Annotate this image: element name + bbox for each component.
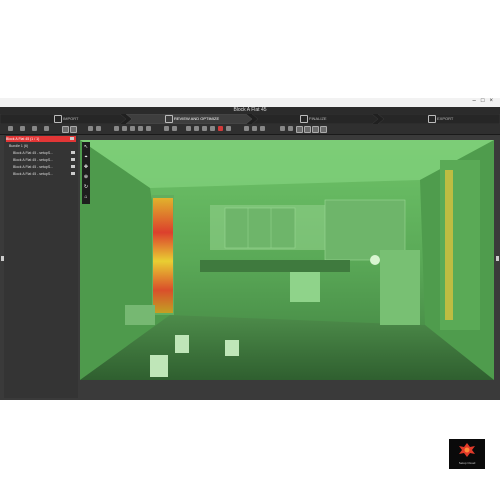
review-icon bbox=[165, 114, 173, 123]
window-controls: –□× bbox=[473, 98, 498, 104]
plane-icon[interactable] bbox=[146, 126, 151, 131]
mode-b-icon[interactable] bbox=[304, 126, 311, 133]
visibility-icon[interactable] bbox=[260, 126, 265, 131]
scan-status-icon bbox=[71, 172, 75, 175]
target-icon[interactable] bbox=[122, 126, 127, 131]
redo-icon[interactable] bbox=[96, 126, 101, 131]
scan-status-icon bbox=[71, 151, 75, 154]
scan-status-icon bbox=[71, 158, 75, 161]
logo-caption: Setup Cloud bbox=[458, 461, 476, 465]
lasso-icon[interactable] bbox=[202, 126, 207, 131]
crop-icon[interactable] bbox=[130, 126, 135, 131]
scan-status-icon bbox=[71, 165, 75, 168]
step-review-and-optimize[interactable]: REVIEW AND OPTIMIZE bbox=[165, 114, 219, 124]
scan-tree-panel: Block A Flat 45 (1 / 1) Bundle 1 (6) Blo… bbox=[4, 135, 78, 398]
view-list-icon[interactable] bbox=[62, 126, 69, 133]
palette-icon[interactable] bbox=[244, 126, 249, 131]
export-icon bbox=[428, 114, 436, 123]
delete-icon[interactable] bbox=[218, 126, 223, 131]
pencil-icon[interactable] bbox=[164, 126, 169, 131]
folder-icon[interactable] bbox=[20, 126, 25, 131]
import-icon bbox=[54, 114, 62, 123]
layers-icon[interactable] bbox=[288, 126, 293, 131]
finalize-icon bbox=[300, 114, 308, 123]
undo-icon[interactable] bbox=[88, 126, 93, 131]
move-icon[interactable]: ✥ bbox=[83, 164, 89, 170]
brush-icon[interactable] bbox=[210, 126, 215, 131]
status-bar bbox=[80, 380, 494, 400]
point-cloud-render bbox=[80, 140, 494, 380]
eye-icon[interactable] bbox=[70, 137, 74, 140]
logo-mark bbox=[459, 443, 475, 457]
display-icon[interactable] bbox=[280, 126, 285, 131]
triangle-icon[interactable] bbox=[186, 126, 191, 131]
view-tree-icon[interactable] bbox=[70, 126, 77, 133]
color-icon[interactable] bbox=[252, 126, 257, 131]
box-icon[interactable] bbox=[138, 126, 143, 131]
app-window: –□× Block A Flat 45 IMPORT REVIEW AND OP… bbox=[0, 98, 500, 469]
point-cloud-viewport[interactable] bbox=[80, 140, 494, 380]
measure-icon[interactable] bbox=[172, 126, 177, 131]
toolbar bbox=[0, 124, 500, 135]
tree-item-bundle[interactable]: Bundle 1 (6) bbox=[9, 143, 28, 149]
zoom-icon[interactable]: ⊕ bbox=[83, 174, 89, 180]
pin-icon[interactable] bbox=[226, 126, 231, 131]
mode-c-icon[interactable] bbox=[312, 126, 319, 133]
shape-icon[interactable] bbox=[194, 126, 199, 131]
brand-logo: Setup Cloud bbox=[449, 439, 485, 469]
mode-a-icon[interactable] bbox=[296, 126, 303, 133]
add-scan-icon[interactable] bbox=[8, 126, 13, 131]
rotate-icon[interactable]: ↻ bbox=[83, 184, 89, 190]
mode-d-icon[interactable] bbox=[320, 126, 327, 133]
settings-icon[interactable] bbox=[32, 126, 37, 131]
tree-item-scan-3[interactable]: Block A Flat 45 - setupS... bbox=[13, 164, 77, 170]
viewport-tools: ↖ ⌖ ✥ ⊕ ↻ ⌂ bbox=[82, 142, 90, 204]
workflow-steps: IMPORT REVIEW AND OPTIMIZE FINALIZE EXPO… bbox=[0, 114, 500, 124]
collapse-right-panel-icon[interactable] bbox=[496, 256, 499, 261]
tree-item-scan-4[interactable]: Block A Flat 45 - setupS... bbox=[13, 171, 77, 177]
step-import[interactable]: IMPORT bbox=[54, 114, 78, 124]
document-bar: Block A Flat 45 bbox=[0, 107, 500, 114]
pointer-icon[interactable]: ↖ bbox=[83, 144, 89, 150]
tree-item-project[interactable]: Block A Flat 45 (1 / 1) bbox=[6, 136, 76, 142]
document-title: Block A Flat 45 bbox=[233, 107, 267, 113]
filter-icon[interactable] bbox=[44, 126, 49, 131]
title-bar: –□× bbox=[0, 98, 500, 107]
reset-view-icon[interactable]: ⌂ bbox=[83, 194, 89, 200]
tree-item-scan-2[interactable]: Block A Flat 45 - setupS... bbox=[13, 157, 77, 163]
collapse-left-panel-icon[interactable] bbox=[1, 256, 4, 261]
step-finalize[interactable]: FINALIZE bbox=[300, 114, 327, 124]
close-icon[interactable]: × bbox=[489, 98, 498, 104]
select-icon[interactable]: ⌖ bbox=[83, 154, 89, 160]
camera-icon[interactable] bbox=[114, 126, 119, 131]
minimize-icon[interactable]: – bbox=[473, 98, 481, 104]
tree-item-scan-1[interactable]: Block A Flat 45 - setupS... bbox=[13, 150, 77, 156]
step-export[interactable]: EXPORT bbox=[428, 114, 453, 124]
